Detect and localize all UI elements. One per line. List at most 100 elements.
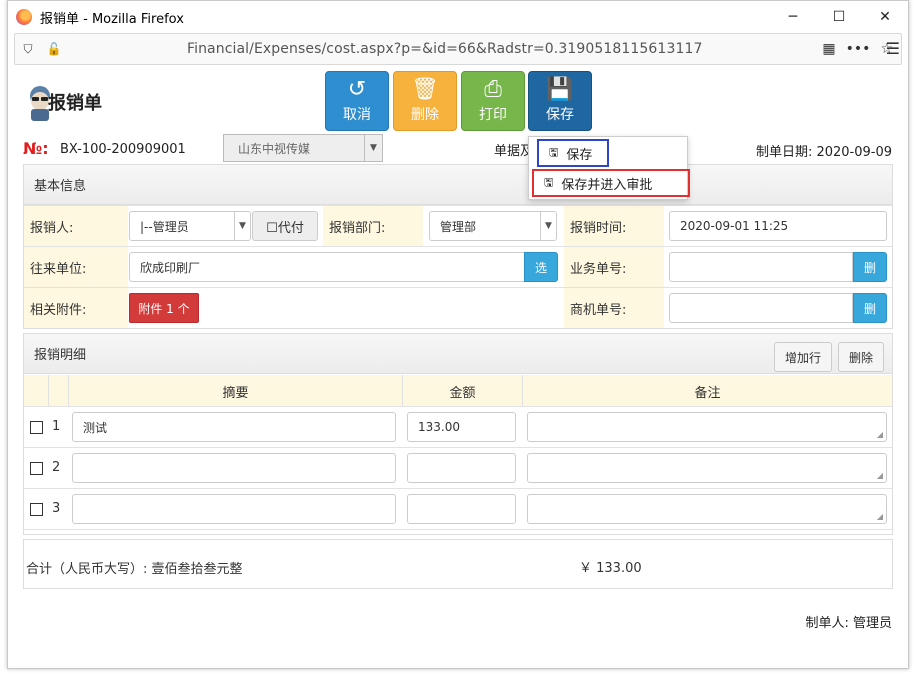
amount-input[interactable] <box>407 494 516 524</box>
row-number: 2 <box>52 460 61 475</box>
summary-input[interactable] <box>72 453 396 483</box>
doc-date-label: 单据及 <box>494 144 530 159</box>
browser-window: 报销单 - Mozilla Firefox ─ ☐ ✕ ⛉ 🔓 Financia… <box>7 0 909 669</box>
note-textarea[interactable]: ◢ <box>527 412 887 442</box>
row-checkbox[interactable] <box>30 462 43 475</box>
menu-item-save-submit-label: 保存并进入审批 <box>561 177 653 193</box>
chevron-down-icon[interactable]: ▼ <box>234 212 250 240</box>
attachment-button[interactable]: 附件 1 个 <box>129 293 199 323</box>
expense-detail-panel: 报销明细 增加行 删除 摘要 金额 备注 1 测试 133.00 ◢ 2 ◢ 3… <box>23 333 893 535</box>
trash-icon: 🗑 <box>411 77 439 102</box>
time-input[interactable]: 2020-09-01 11:25 <box>669 211 887 241</box>
url-bar[interactable]: ⛉ 🔓 Financial/Expenses/cost.aspx?p=&id=6… <box>14 33 902 65</box>
applicant-select[interactable]: |--管理员 ▼ <box>129 211 251 241</box>
print-label: 打印 <box>479 107 507 123</box>
floppy-disk-icon: 🖫 <box>549 145 559 159</box>
th-note: 备注 <box>522 375 892 407</box>
table-row: 3 ◢ <box>24 489 892 530</box>
bizno-label: 业务单号: <box>564 247 664 287</box>
table-row: 1 测试 133.00 ◢ <box>24 407 892 448</box>
menu-item-save-label: 保存 <box>566 147 593 163</box>
chevron-down-icon[interactable]: ▼ <box>540 212 556 240</box>
row-checkbox[interactable] <box>30 503 43 516</box>
cancel-button[interactable]: ↺ 取消 <box>325 71 389 131</box>
doc-number-label: №: <box>23 139 49 158</box>
window-title: 报销单 - Mozilla Firefox <box>40 11 184 27</box>
insecure-lock-icon[interactable]: 🔓 <box>41 42 67 56</box>
dept-value: 管理部 <box>440 219 477 234</box>
dept-label: 报销部门: <box>323 206 423 246</box>
partner-label: 往来单位: <box>24 247 128 287</box>
detail-header: 报销明细 增加行 删除 <box>24 334 892 374</box>
proxy-pay-checkbox[interactable]: ☐代付 <box>252 211 318 241</box>
company-select[interactable]: 山东中视传媒 ▼ <box>223 134 383 162</box>
delete-label: 删除 <box>411 107 439 123</box>
detail-table-header: 摘要 金额 备注 <box>24 375 892 407</box>
save-dropdown-menu: 🖫 保存 🖫 保存并进入审批 <box>528 136 690 200</box>
resize-grip-icon[interactable]: ◢ <box>877 471 883 480</box>
print-button[interactable]: ⎙ 打印 <box>461 71 525 131</box>
partner-select-button[interactable]: 选 <box>524 252 558 282</box>
amount-input[interactable]: 133.00 <box>407 412 516 442</box>
delete-row-button[interactable]: 删除 <box>838 342 885 372</box>
printer-icon: ⎙ <box>484 77 502 102</box>
th-summary: 摘要 <box>68 375 402 407</box>
save-button[interactable]: 💾 保存 <box>528 71 592 131</box>
maximize-button[interactable]: ☐ <box>816 1 862 33</box>
note-textarea[interactable]: ◢ <box>527 453 887 483</box>
table-row: 2 ◢ <box>24 448 892 489</box>
th-check <box>24 375 48 407</box>
url-text[interactable]: Financial/Expenses/cost.aspx?p=&id=66&Ra… <box>67 41 822 57</box>
basic-info-panel: 基本信息 报销人: |--管理员 ▼ ☐代付 报销部门: 管理部 ▼ 报销时间:… <box>23 164 893 329</box>
hamburger-menu-icon[interactable]: ☰ <box>886 39 900 58</box>
shield-icon[interactable]: ⛉ <box>15 42 41 57</box>
amount-input[interactable] <box>407 453 516 483</box>
page-title: 报销单 <box>48 93 102 114</box>
basic-row-3: 相关附件: 附件 1 个 商机单号: 删 <box>24 287 892 328</box>
total-label: 合计（人民币大写）: 壹佰叁拾叁元整 <box>26 562 243 577</box>
menu-item-save[interactable]: 🖫 保存 <box>537 139 609 167</box>
attach-label: 相关附件: <box>24 288 128 328</box>
oppno-input[interactable] <box>669 293 853 323</box>
undo-icon: ↺ <box>347 77 367 102</box>
minimize-button[interactable]: ─ <box>770 1 816 33</box>
detail-title: 报销明细 <box>34 348 87 363</box>
save-label: 保存 <box>546 107 574 123</box>
basic-row-2: 往来单位: 欣成印刷厂 选 业务单号: 删 <box>24 246 892 287</box>
resize-grip-icon[interactable]: ◢ <box>877 512 883 521</box>
oppno-delete-button[interactable]: 删 <box>853 293 887 323</box>
summary-input[interactable] <box>72 494 396 524</box>
th-index <box>48 375 68 407</box>
row-number: 1 <box>52 419 61 434</box>
firefox-logo-icon <box>16 9 32 25</box>
note-textarea[interactable]: ◢ <box>527 494 887 524</box>
delete-button[interactable]: 🗑 删除 <box>393 71 457 131</box>
floppy-disk-icon: 🖫 <box>544 175 554 189</box>
bizno-delete-button[interactable]: 删 <box>853 252 887 282</box>
total-amount: ￥ 133.00 <box>579 561 642 576</box>
company-value: 山东中视传媒 <box>238 141 311 156</box>
partner-input[interactable]: 欣成印刷厂 <box>129 252 525 282</box>
total-row: 合计（人民币大写）: 壹佰叁拾叁元整 ￥ 133.00 <box>23 539 893 589</box>
menu-item-save-submit[interactable]: 🖫 保存并进入审批 <box>532 169 690 197</box>
dept-select[interactable]: 管理部 ▼ <box>429 211 557 241</box>
row-checkbox[interactable] <box>30 421 43 434</box>
applicant-label: 报销人: <box>24 206 128 246</box>
summary-input[interactable]: 测试 <box>72 412 396 442</box>
applicant-value: |--管理员 <box>140 219 189 234</box>
close-button[interactable]: ✕ <box>862 1 908 33</box>
cancel-label: 取消 <box>343 107 371 123</box>
qr-code-icon[interactable]: ▦ <box>822 41 835 57</box>
add-row-button[interactable]: 增加行 <box>774 342 833 372</box>
row-number: 3 <box>52 501 61 516</box>
floppy-disk-icon: 💾 <box>546 77 574 102</box>
make-date: 制单日期: 2020-09-09 <box>755 145 892 160</box>
oppno-label: 商机单号: <box>564 288 664 328</box>
chevron-down-icon[interactable]: ▼ <box>364 135 382 161</box>
resize-grip-icon[interactable]: ◢ <box>877 430 883 439</box>
more-actions-icon[interactable]: ••• <box>846 41 871 57</box>
bizno-input[interactable] <box>669 252 853 282</box>
doc-number-value: BX-100-200909001 <box>60 142 186 157</box>
page-content: 报销单 ↺ 取消 🗑 删除 ⎙ 打印 💾 保存 №: BX-100-200909… <box>8 69 908 669</box>
basic-row-1: 报销人: |--管理员 ▼ ☐代付 报销部门: 管理部 ▼ 报销时间: 2020… <box>24 205 892 246</box>
